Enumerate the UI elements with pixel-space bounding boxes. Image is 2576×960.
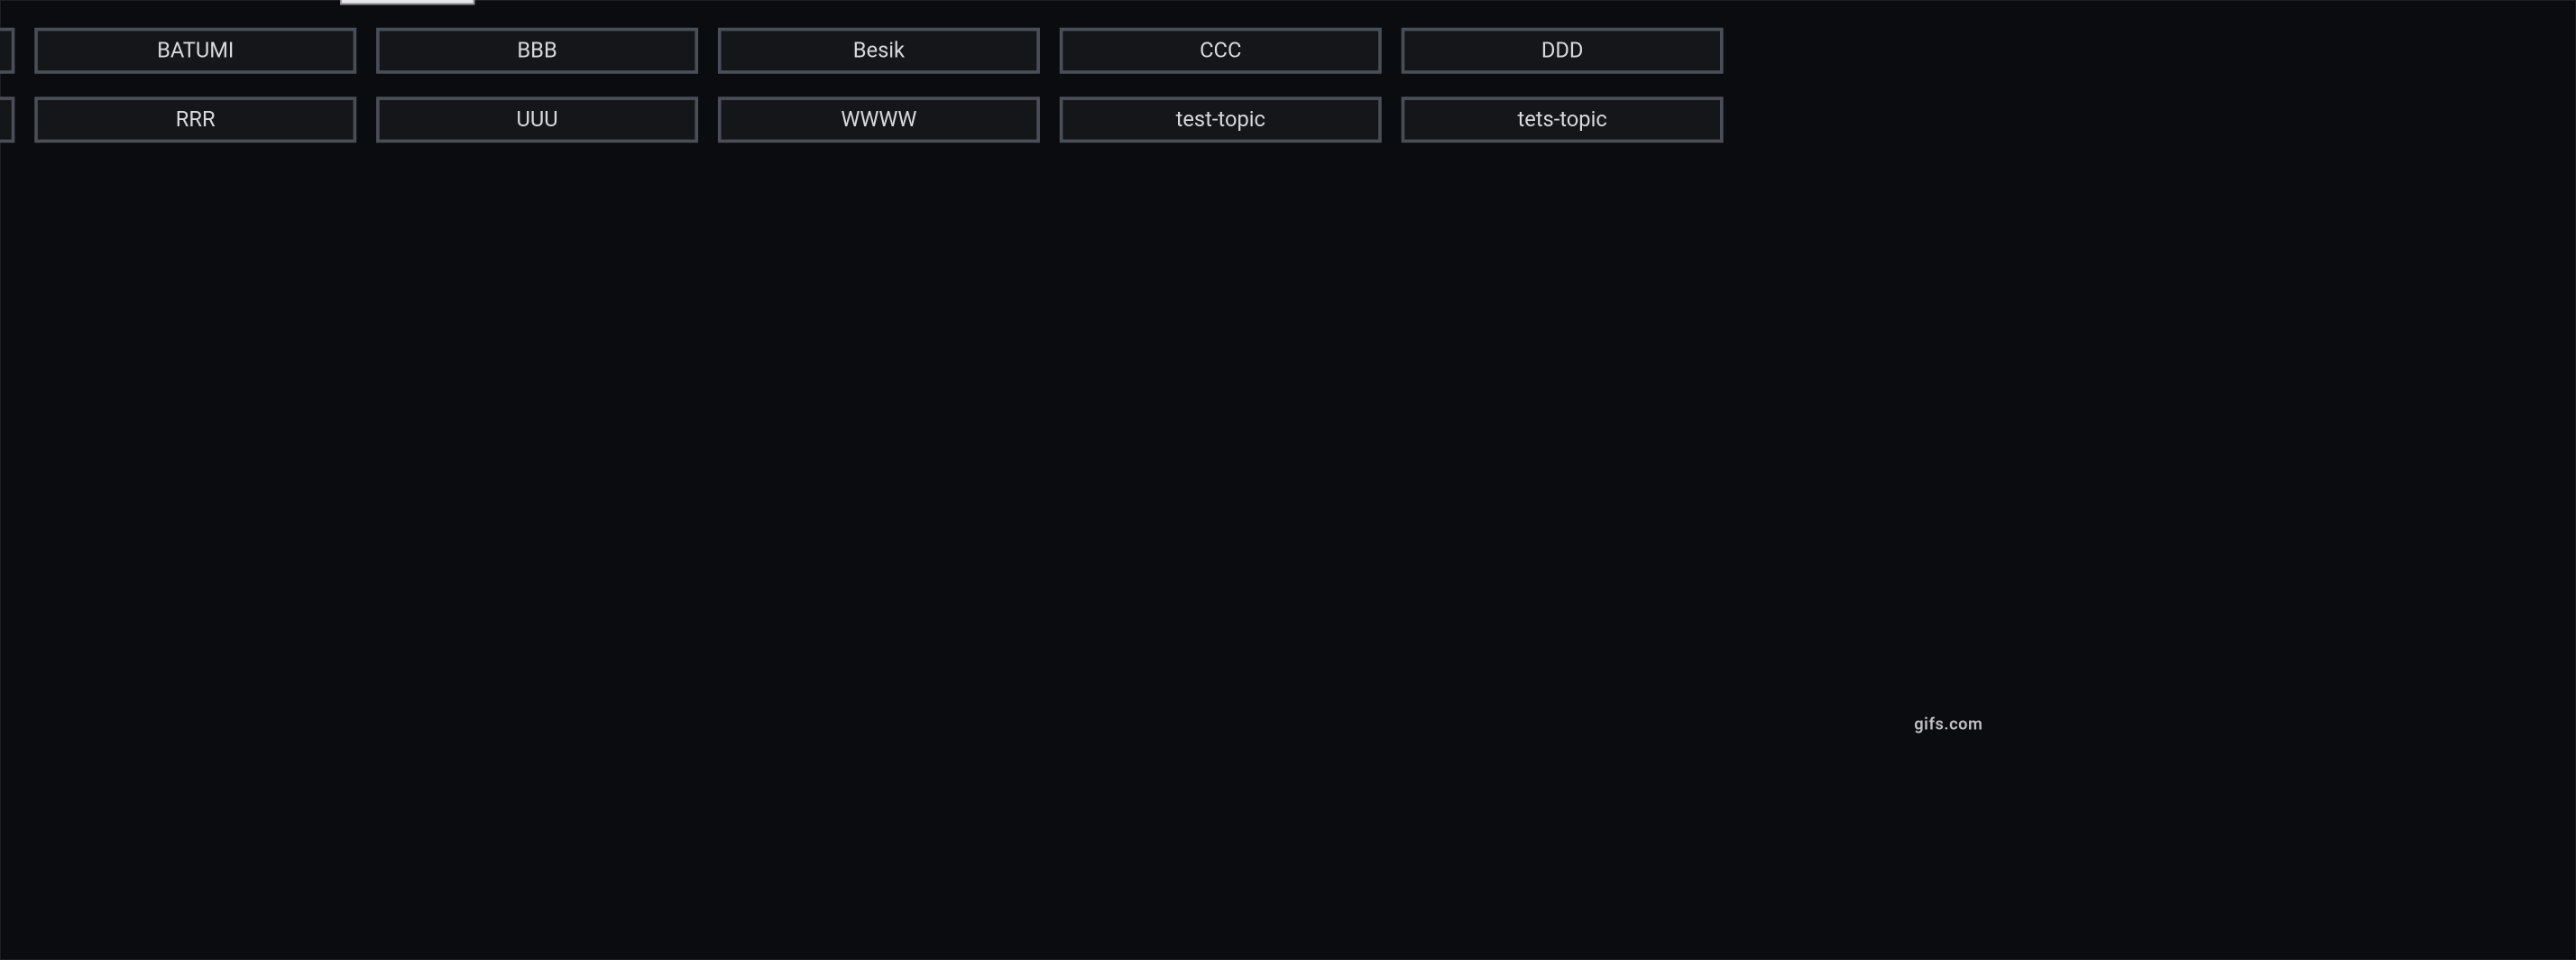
topic-item[interactable]: 2 (0, 28, 14, 74)
topic-item[interactable]: RRR (34, 97, 356, 143)
topic-item[interactable]: PPP (0, 97, 14, 143)
topic-item[interactable]: test-topic (1060, 97, 1382, 143)
consume-all-button[interactable]: Consume All (340, 0, 474, 5)
topic-item[interactable]: tets-topic (1402, 97, 1724, 143)
topic-item[interactable]: BATUMI (34, 28, 356, 74)
topic-item[interactable]: CCC (1060, 28, 1382, 74)
topic-item[interactable]: WWWW (718, 97, 1040, 143)
topic-item[interactable]: BBB (376, 28, 698, 74)
consume-label: Consume Messages: (0, 0, 340, 5)
topic-item[interactable]: UUU (376, 97, 698, 143)
watermark: gifs.com (1914, 716, 1983, 734)
topic-item[interactable]: Besik (718, 28, 1040, 74)
topic-item[interactable]: DDD (1402, 28, 1724, 74)
